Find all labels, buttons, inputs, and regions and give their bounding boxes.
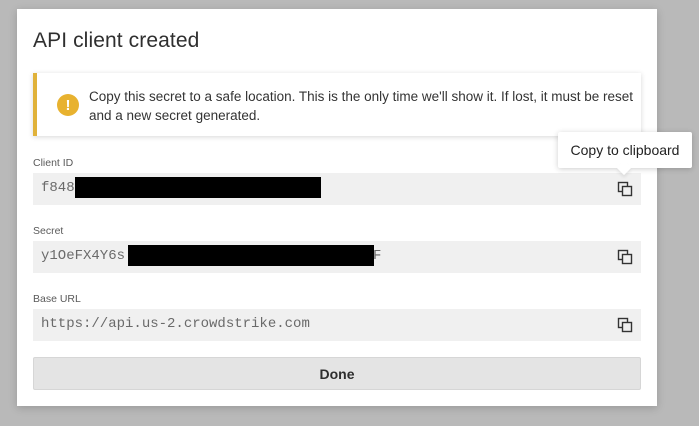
client-id-value: f848 bbox=[41, 180, 75, 196]
client-id-label: Client ID bbox=[33, 157, 74, 169]
client-id-field[interactable]: f848 bbox=[33, 173, 641, 205]
copy-icon[interactable] bbox=[617, 181, 633, 197]
secret-label: Secret bbox=[33, 225, 64, 237]
copy-icon[interactable] bbox=[617, 317, 633, 333]
warning-icon: ! bbox=[57, 94, 79, 116]
base-url-value: https://api.us-2.crowdstrike.com bbox=[41, 316, 310, 332]
api-client-created-dialog: API client created ! Copy this secret to… bbox=[17, 9, 657, 406]
redaction-bar bbox=[75, 177, 321, 198]
redaction-bar bbox=[128, 245, 374, 266]
base-url-label: Base URL bbox=[33, 293, 81, 305]
alert-message: Copy this secret to a safe location. Thi… bbox=[89, 89, 634, 123]
secret-value: y1OeFX4Y6s bbox=[41, 248, 126, 264]
dialog-title: API client created bbox=[33, 29, 200, 52]
copy-icon[interactable] bbox=[617, 249, 633, 265]
secret-value-tail: F bbox=[373, 248, 382, 264]
done-button[interactable]: Done bbox=[33, 357, 641, 390]
secret-field[interactable]: y1OeFX4Y6s F bbox=[33, 241, 641, 273]
warning-alert: ! Copy this secret to a safe location. T… bbox=[33, 73, 641, 136]
base-url-field[interactable]: https://api.us-2.crowdstrike.com bbox=[33, 309, 641, 341]
copy-tooltip: Copy to clipboard bbox=[558, 132, 692, 168]
